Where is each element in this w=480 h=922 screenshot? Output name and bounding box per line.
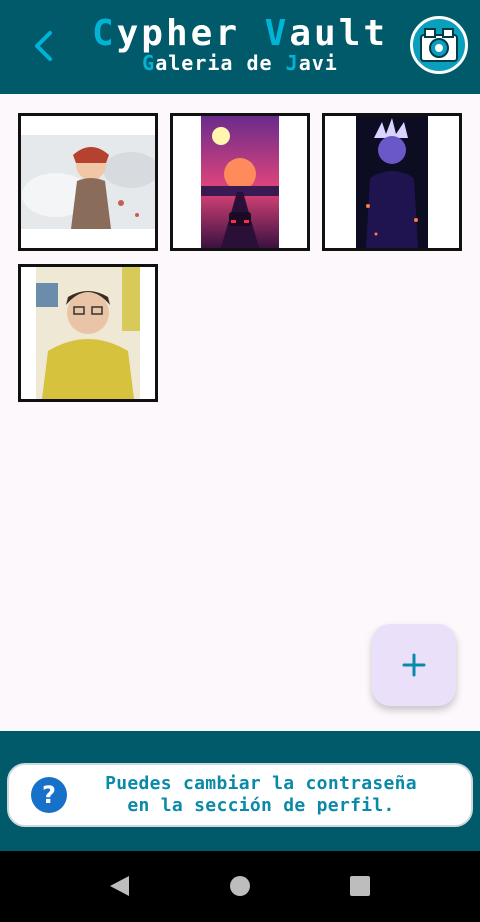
nav-home-button[interactable] (227, 873, 253, 899)
hint-line-1: Puedes cambiar la contraseña (105, 773, 417, 794)
image-thumbnail (21, 135, 155, 229)
image-thumbnail (201, 116, 279, 248)
question-icon: ? (31, 777, 67, 813)
bottom-panel: ? Puedes cambiar la contraseña en la sec… (0, 731, 480, 851)
image-thumbnail (36, 267, 140, 399)
nav-recents-icon (350, 876, 370, 896)
app-title: Cypher Vault (91, 13, 389, 54)
hint-line-2: en la sección de perfil. (127, 795, 395, 816)
plus-icon (402, 653, 426, 677)
profile-logo-button[interactable] (410, 16, 468, 74)
system-navigation-bar (0, 851, 480, 922)
gallery-image-4[interactable] (18, 264, 158, 402)
nav-recents-button[interactable] (347, 873, 373, 899)
image-thumbnail (356, 116, 428, 248)
nav-back-icon (110, 876, 129, 896)
gallery-image-1[interactable] (18, 113, 158, 251)
gallery-image-2[interactable] (170, 113, 310, 251)
image-gallery (18, 113, 464, 402)
password-hint-banner: ? Puedes cambiar la contraseña en la sec… (7, 763, 473, 827)
hint-message: Puedes cambiar la contraseña en la secci… (71, 773, 451, 817)
gallery-image-3[interactable] (322, 113, 462, 251)
nav-back-button[interactable] (106, 873, 132, 899)
nav-home-icon (230, 876, 250, 896)
vault-logo-icon (420, 28, 458, 62)
add-image-button[interactable] (372, 624, 456, 706)
app-header: Cypher Vault Galeria de Javi (0, 0, 480, 94)
gallery-subtitle: Galeria de Javi (142, 51, 338, 75)
